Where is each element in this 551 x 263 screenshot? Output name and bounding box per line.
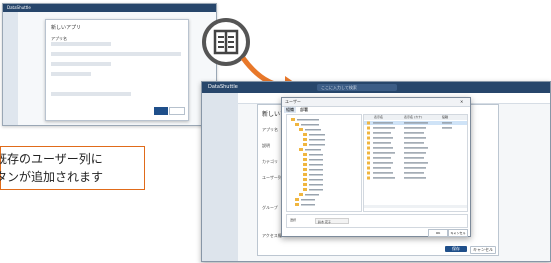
- dialog-cancel-button[interactable]: キャンセル: [448, 229, 468, 237]
- cancel-button[interactable]: キャンセル: [470, 246, 496, 254]
- dialog-header: ユーザー ✕: [282, 98, 470, 107]
- modal-label: グループ: [262, 205, 278, 210]
- search-input[interactable]: ここに入力して検索: [317, 84, 397, 91]
- big-app-title: DataShuttle: [208, 84, 238, 90]
- small-field[interactable]: [51, 62, 111, 66]
- small-sidebar: [3, 12, 18, 125]
- save-button[interactable]: 保存: [445, 246, 467, 252]
- grid-header: 役職: [442, 115, 449, 119]
- callout-line-2: タンが追加されます: [0, 170, 104, 184]
- big-sidebar: [202, 93, 238, 261]
- tab-department[interactable]: 部署: [298, 107, 310, 113]
- grid-header: 表示名 (カナ): [404, 115, 423, 119]
- callout-box: 既存のユーザー列に タンが追加されます: [0, 146, 145, 190]
- search-placeholder: ここに入力して検索: [321, 85, 357, 90]
- small-app-title: DataShuttle: [7, 5, 31, 10]
- selected-users: 選択 鈴木 花子: [286, 214, 468, 228]
- small-field[interactable]: [51, 92, 131, 96]
- small-field[interactable]: [51, 52, 181, 56]
- selected-label: 選択: [290, 218, 297, 222]
- small-cancel-button[interactable]: [169, 107, 185, 115]
- tab-organization[interactable]: 組織: [284, 107, 296, 113]
- user-grid[interactable]: 表示名 表示名 (カナ) 役職: [363, 114, 468, 212]
- ok-button[interactable]: OK: [428, 229, 448, 237]
- org-tree[interactable]: [286, 114, 362, 212]
- modal-label: 説明: [262, 143, 270, 148]
- dialog-tabs: 組織 部署: [284, 107, 468, 113]
- big-screenshot: DataShuttle ここに入力して検索 新しいア アプリ名 説明 カテゴリ …: [201, 81, 551, 262]
- big-titlebar: DataShuttle ここに入力して検索: [202, 82, 550, 93]
- small-save-button[interactable]: [154, 107, 168, 115]
- grid-header: 表示名: [374, 115, 384, 119]
- modal-label: アクセス権: [262, 233, 282, 238]
- modal-label: ユーザー列: [262, 175, 282, 180]
- dialog-title: ユーザー: [285, 99, 301, 104]
- small-titlebar: DataShuttle: [3, 4, 216, 12]
- callout-line-1: 既存のユーザー列に: [0, 152, 103, 166]
- small-field[interactable]: [51, 42, 111, 46]
- small-screenshot: DataShuttle 新しいアプリ アプリ名: [2, 3, 217, 126]
- user-picker-dialog: ユーザー ✕ 組織 部署 表示名 表示名 (カナ) 役職 選択 鈴木 花子 OK…: [281, 97, 471, 237]
- close-icon[interactable]: ✕: [460, 99, 463, 104]
- small-field[interactable]: [51, 72, 91, 76]
- modal-label: カテゴリ: [262, 159, 278, 164]
- grid-header-row: 表示名 表示名 (カナ) 役職: [364, 115, 467, 120]
- selected-user-chip[interactable]: 鈴木 花子: [315, 218, 349, 224]
- small-modal: 新しいアプリ アプリ名: [45, 19, 189, 121]
- small-modal-title: 新しいアプリ: [51, 25, 82, 31]
- modal-label: アプリ名: [262, 127, 278, 132]
